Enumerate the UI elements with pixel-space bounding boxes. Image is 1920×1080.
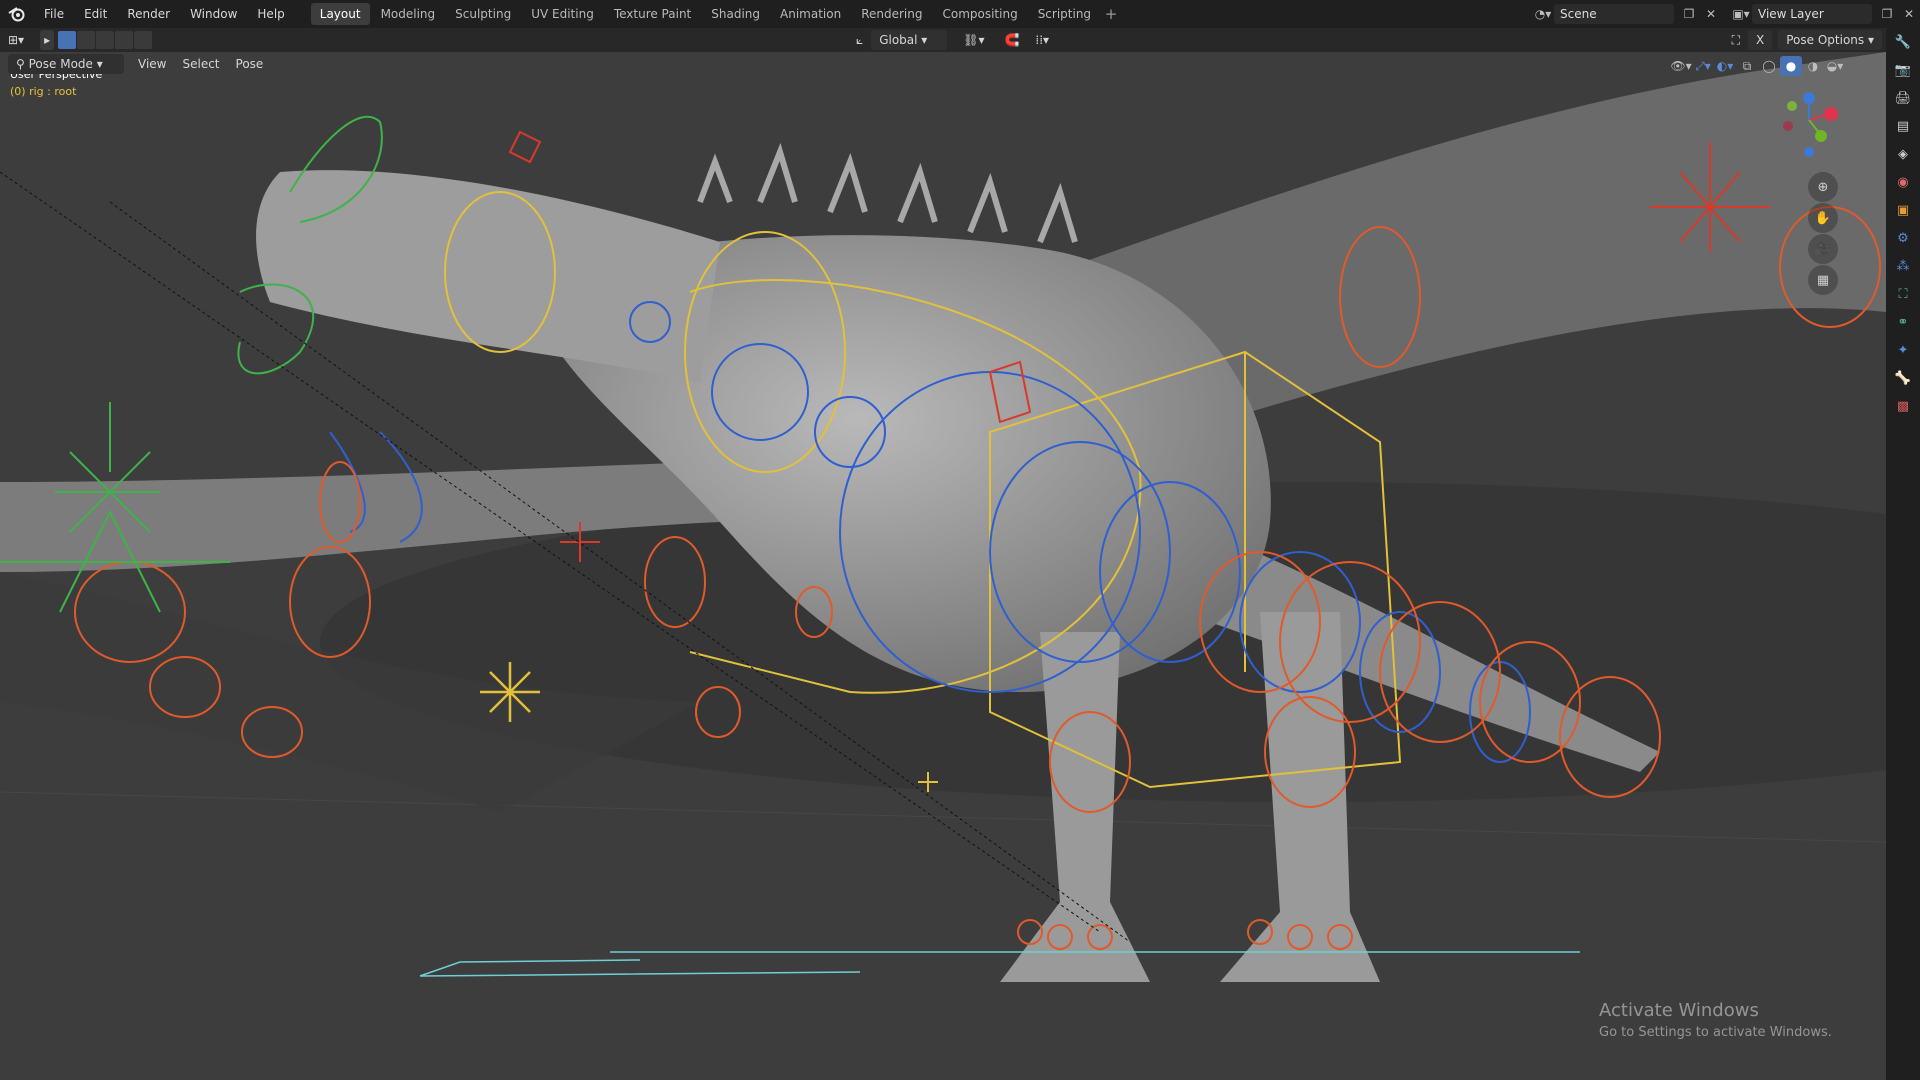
selection-mode-icons	[58, 31, 153, 49]
tab-rendering[interactable]: Rendering	[852, 3, 931, 25]
editor-type-icon[interactable]: ⊞▾	[0, 30, 32, 50]
pose-options-dropdown[interactable]: Pose Options ▾	[1778, 30, 1882, 50]
new-view-layer-icon[interactable]: ❐	[1876, 4, 1898, 24]
view-layer-selector-icon[interactable]: ▣▾	[1730, 4, 1752, 24]
tab-layout[interactable]: Layout	[310, 3, 370, 25]
viewport-header: ⊞▾ ▸ ⟀ Global ▾ ⛓▾ 🧲 ⁞⁞▾ ⛶ X Pose Option…	[0, 28, 1886, 52]
select-subtract-icon[interactable]	[96, 31, 115, 49]
menu-view[interactable]: View	[130, 54, 174, 74]
tool-icon[interactable]: 🔧	[1886, 28, 1920, 56]
windows-activation-watermark: Activate Windows Go to Settings to activ…	[1599, 1000, 1832, 1040]
particles-icon[interactable]: ⁂	[1886, 252, 1920, 280]
tab-texture-paint[interactable]: Texture Paint	[605, 3, 700, 25]
new-scene-icon[interactable]: ❐	[1678, 4, 1700, 24]
render-icon[interactable]: 📷	[1886, 56, 1920, 84]
transform-orientation-icon[interactable]: ⟀	[848, 30, 871, 50]
pan-hand-icon[interactable]: ✋	[1808, 203, 1838, 233]
scene-area: ◔▾ Scene ❐ ✕ ▣▾ View Layer ❐ ✕	[1532, 0, 1920, 28]
object-icon[interactable]: ▣	[1886, 196, 1920, 224]
main-menu: File Edit Render Window Help	[34, 0, 295, 28]
view-layer-field[interactable]: View Layer	[1752, 4, 1872, 24]
camera-view-icon[interactable]: 🎥	[1808, 234, 1838, 264]
select-new-icon[interactable]	[58, 31, 77, 49]
mode-header: ⚲ Pose Mode ▾ View Select Pose	[0, 52, 1886, 76]
tab-compositing[interactable]: Compositing	[933, 3, 1026, 25]
menu-edit[interactable]: Edit	[74, 0, 117, 28]
workspace-tabs: Layout Modeling Sculpting UV Editing Tex…	[310, 0, 1120, 28]
pivot-point-icon[interactable]: ⛓▾	[955, 30, 992, 50]
mode-dropdown[interactable]: ⚲ Pose Mode ▾	[8, 54, 124, 74]
tab-uv-editing[interactable]: UV Editing	[522, 3, 603, 25]
texture-icon[interactable]: ▩	[1886, 392, 1920, 420]
constraint-icon[interactable]: ⚭	[1886, 308, 1920, 336]
mode-label: Pose Mode	[28, 57, 93, 71]
xray-toggle-icon[interactable]: ⛶	[1724, 30, 1748, 50]
data-icon[interactable]: ✦	[1886, 336, 1920, 364]
add-workspace-button[interactable]: +	[1102, 3, 1120, 25]
bone-icon[interactable]: 🦴	[1886, 364, 1920, 392]
select-intersect-icon[interactable]	[134, 31, 153, 49]
select-extend-icon[interactable]	[77, 31, 96, 49]
modifier-icon[interactable]: ⚙	[1886, 224, 1920, 252]
select-invert-icon[interactable]	[115, 31, 134, 49]
snap-target-icon[interactable]: ⁞⁞▾	[1027, 30, 1057, 50]
snap-icon[interactable]: 🧲	[996, 30, 1027, 50]
menu-pose[interactable]: Pose	[228, 54, 272, 74]
viewport-navigation-buttons: ⊕ ✋ 🎥 ▦	[1808, 172, 1844, 296]
navigation-gizmo[interactable]	[1774, 82, 1844, 162]
tab-modeling[interactable]: Modeling	[372, 3, 445, 25]
properties-tab-strip: 🔧 📷 🖨 ▤ ◈ ◉ ▣ ⚙ ⁂ ⛶ ⚭ ✦ 🦴 ▩	[1886, 28, 1920, 1080]
scene-icon[interactable]: ◈	[1886, 140, 1920, 168]
mirror-x-button[interactable]: X	[1748, 30, 1773, 50]
select-tool-icon[interactable]: ▸	[40, 30, 55, 50]
watermark-title: Activate Windows	[1599, 1000, 1759, 1021]
blender-logo-icon[interactable]	[6, 3, 28, 25]
delete-view-layer-icon[interactable]: ✕	[1898, 4, 1920, 24]
view-layer-icon[interactable]: ▤	[1886, 112, 1920, 140]
ortho-grid-icon[interactable]: ▦	[1808, 265, 1838, 295]
menu-file[interactable]: File	[34, 0, 74, 28]
menu-select[interactable]: Select	[174, 54, 227, 74]
scene-name-field[interactable]: Scene	[1554, 4, 1674, 24]
viewport-scene	[0, 52, 1886, 982]
output-icon[interactable]: 🖨	[1886, 84, 1920, 112]
viewport-object-info: (0) rig : root	[10, 85, 77, 98]
scene-selector-icon[interactable]: ◔▾	[1532, 4, 1554, 24]
pose-options-label: Pose Options	[1786, 33, 1865, 47]
transform-orientation-dropdown[interactable]: Global ▾	[871, 30, 948, 50]
transform-orientation-label: Global	[879, 33, 918, 47]
menu-render[interactable]: Render	[117, 0, 180, 28]
menu-window[interactable]: Window	[180, 0, 247, 28]
watermark-subtitle: Go to Settings to activate Windows.	[1599, 1025, 1832, 1040]
zoom-icon[interactable]: ⊕	[1808, 172, 1838, 202]
world-icon[interactable]: ◉	[1886, 168, 1920, 196]
top-bar: File Edit Render Window Help Layout Mode…	[0, 0, 1920, 28]
delete-scene-icon[interactable]: ✕	[1700, 4, 1722, 24]
tab-shading[interactable]: Shading	[702, 3, 769, 25]
tab-sculpting[interactable]: Sculpting	[446, 3, 520, 25]
physics-icon[interactable]: ⛶	[1886, 280, 1920, 308]
tab-scripting[interactable]: Scripting	[1029, 3, 1100, 25]
tab-animation[interactable]: Animation	[771, 3, 850, 25]
menu-help[interactable]: Help	[247, 0, 294, 28]
3d-viewport[interactable]: User Perspective (0) rig : root ⊕ ✋ 🎥 ▦ …	[0, 52, 1886, 1080]
